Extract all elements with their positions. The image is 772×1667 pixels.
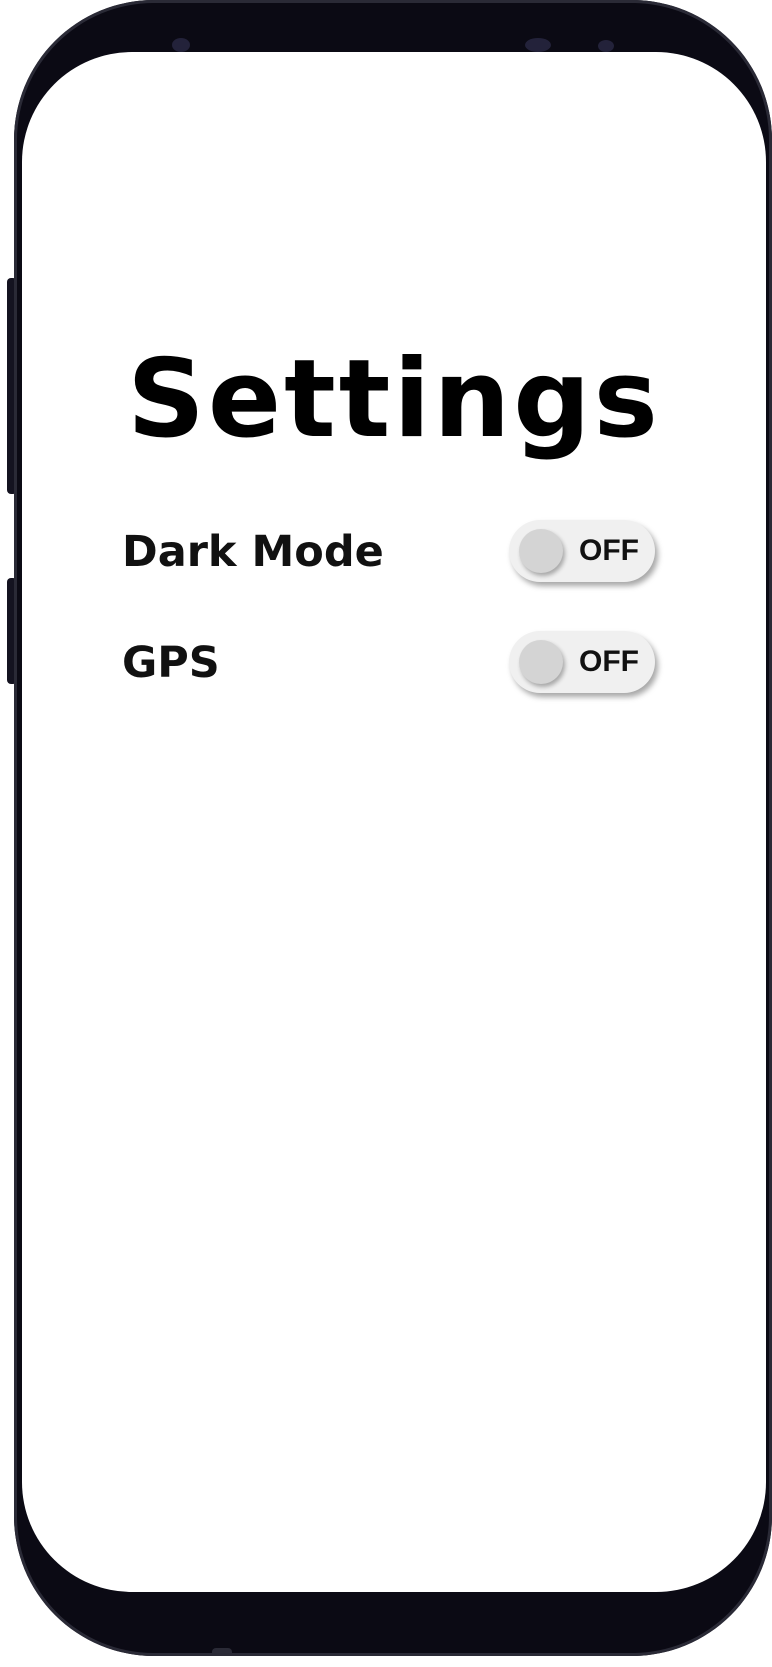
setting-row-gps: GPS OFF (22, 629, 766, 697)
setting-label-gps: GPS (122, 638, 220, 688)
iris-sensor-icon (598, 40, 614, 52)
toggle-state-text: OFF (579, 534, 639, 567)
charging-port (212, 1648, 232, 1656)
gps-toggle[interactable]: OFF (509, 631, 655, 693)
toggle-knob (519, 529, 563, 573)
toggle-state-text: OFF (579, 645, 639, 678)
proximity-sensor-icon (172, 38, 190, 52)
front-camera-icon (525, 38, 551, 52)
toggle-knob (519, 640, 563, 684)
setting-label-dark-mode: Dark Mode (122, 527, 384, 577)
page: Settings Dark Mode OFF GPS OFF (0, 0, 772, 1667)
page-title: Settings (127, 337, 661, 462)
setting-row-dark-mode: Dark Mode OFF (22, 518, 766, 586)
phone-screen: Settings Dark Mode OFF GPS OFF (22, 52, 766, 1592)
dark-mode-toggle[interactable]: OFF (509, 520, 655, 582)
